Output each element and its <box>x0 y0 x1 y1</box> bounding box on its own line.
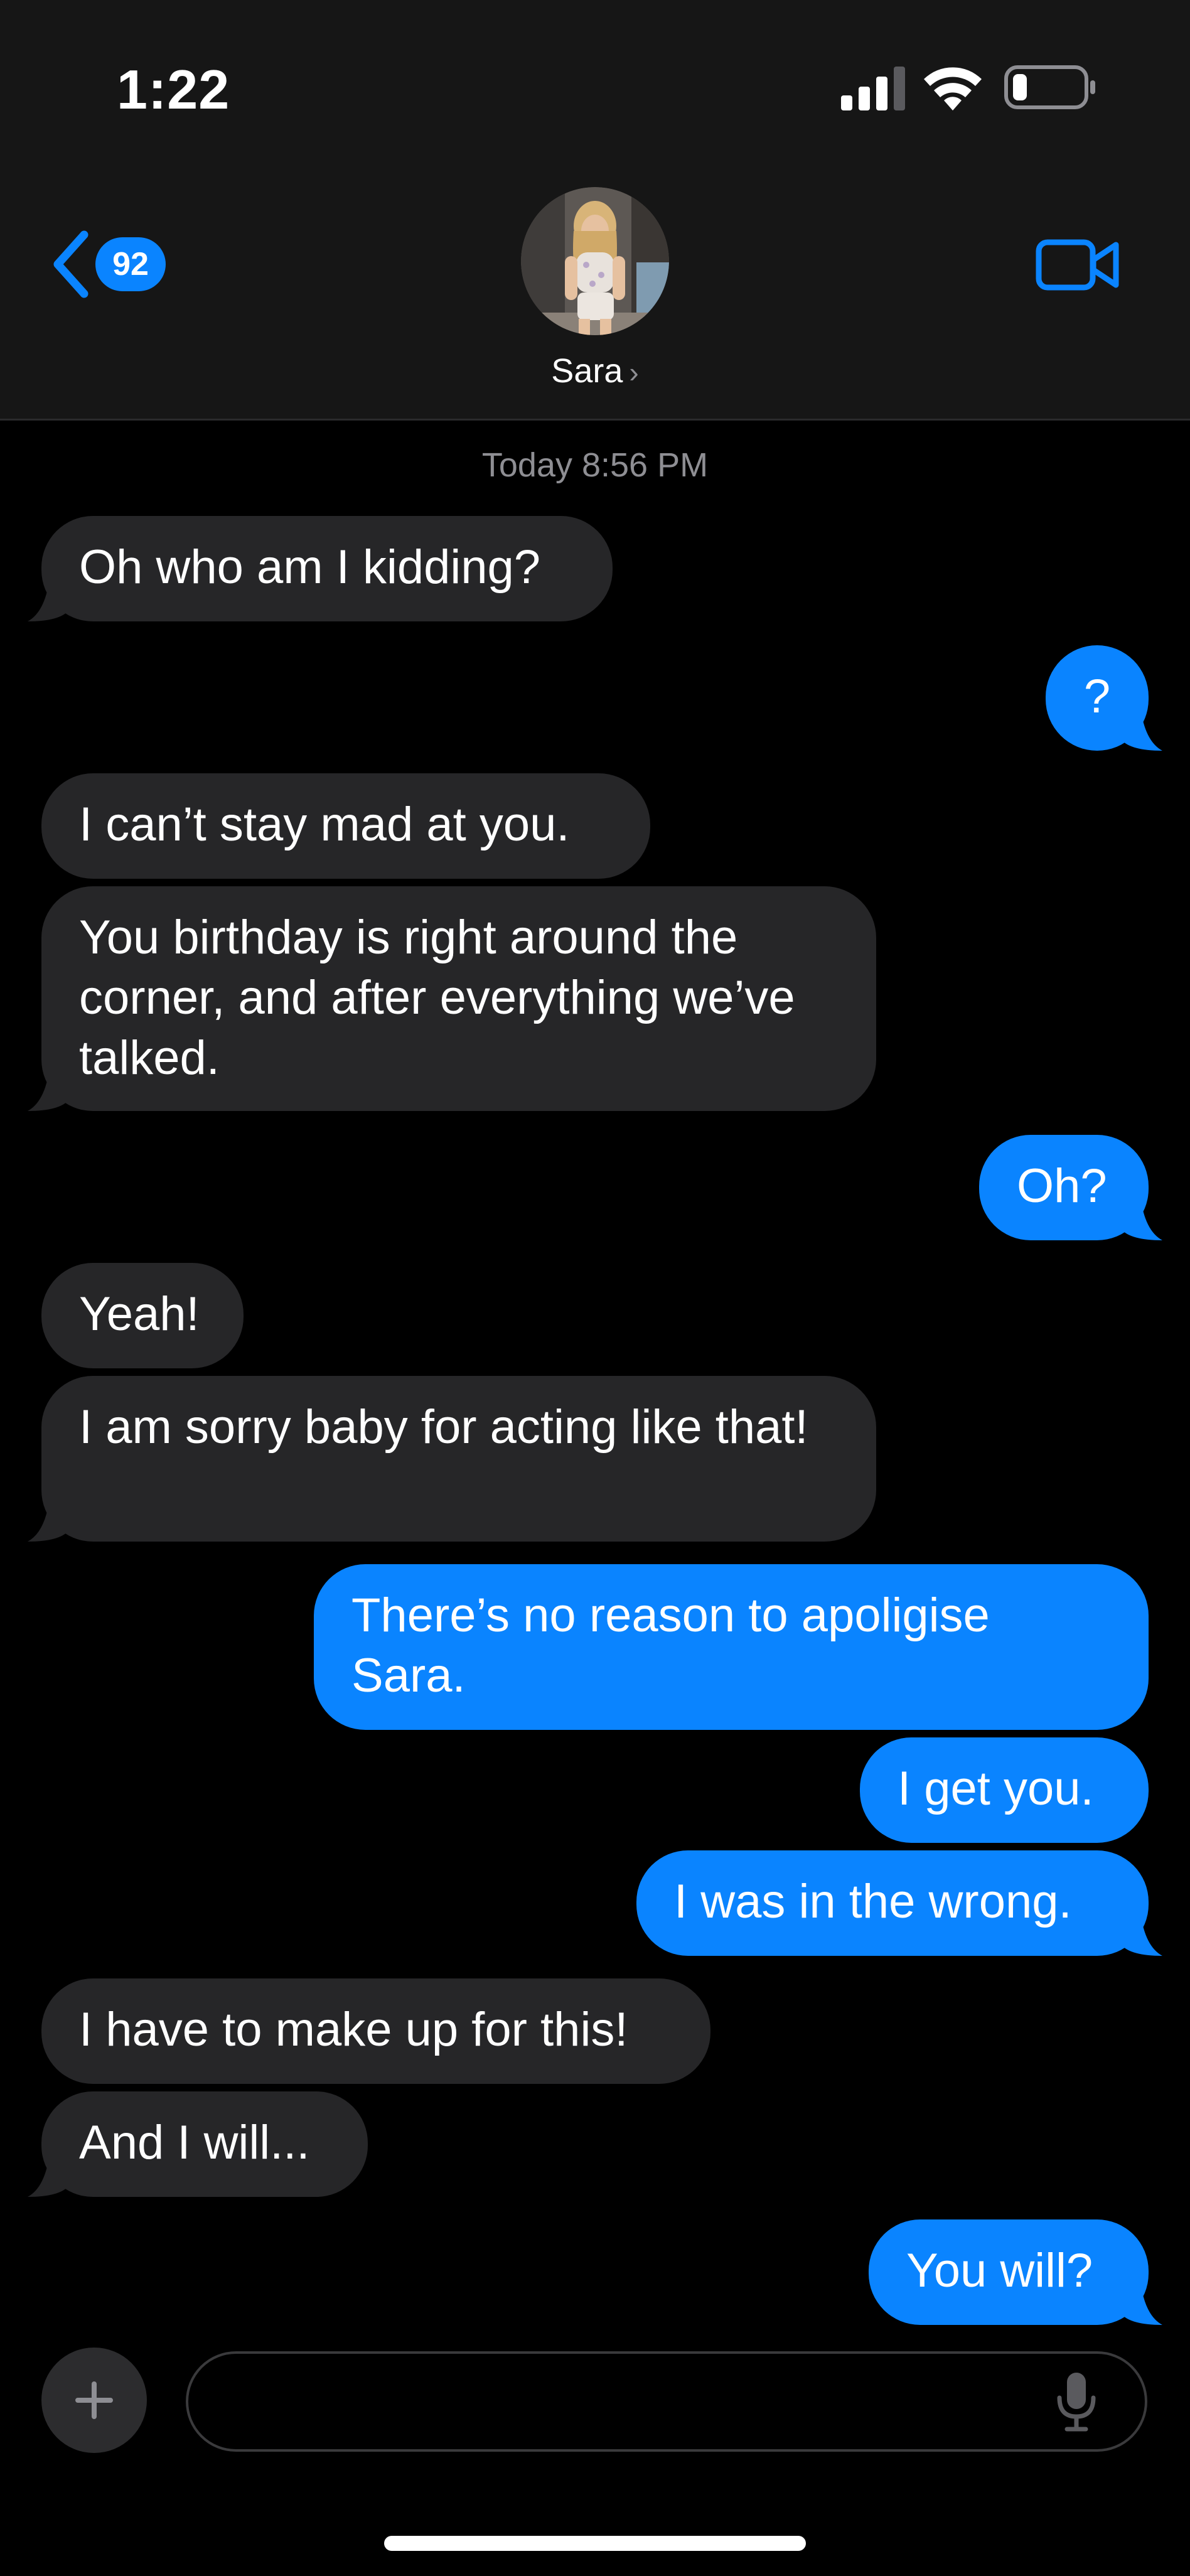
message-bubble-incoming[interactable]: I am sorry baby for acting like that! <box>41 1376 876 1542</box>
message-bubble-incoming[interactable]: I have to make up for this! <box>41 1978 710 2084</box>
conversation-header: 1:22 92 Sara › <box>0 0 1190 421</box>
message-text: I get you. <box>898 1762 1094 1815</box>
back-button[interactable]: 92 <box>49 223 174 305</box>
back-chevron-icon <box>53 230 88 298</box>
bubble-tail <box>1121 1907 1162 1956</box>
bubble-tail <box>1121 2276 1162 2325</box>
bubble-tail <box>28 1062 69 1111</box>
contact-name: Sara <box>551 352 623 390</box>
message-bubble-incoming[interactable]: And I will... <box>41 2091 368 2197</box>
message-text: I was in the wrong. <box>674 1875 1072 1928</box>
message-bubble-outgoing[interactable]: You will? <box>869 2219 1149 2325</box>
battery-icon <box>1004 65 1095 109</box>
message-bubble-outgoing[interactable]: I was in the wrong. <box>636 1850 1149 1956</box>
message-text: You birthday is right around the corner,… <box>79 911 795 1085</box>
message-bubble-outgoing[interactable]: I get you. <box>860 1737 1149 1843</box>
message-text: ? <box>1083 670 1111 723</box>
contact-name-button[interactable]: Sara › <box>0 352 1190 390</box>
bubble-tail <box>28 1493 69 1542</box>
message-text: I am sorry baby for acting like that! <box>79 1400 808 1454</box>
bubble-tail <box>1121 702 1162 751</box>
contact-avatar[interactable] <box>521 187 669 335</box>
contact-details-chevron-icon: › <box>629 356 639 389</box>
apps-plus-button[interactable] <box>41 2348 147 2453</box>
message-text: I can’t stay mad at you. <box>79 798 570 851</box>
message-bubble-outgoing[interactable]: There’s no reason to apoligise Sara. <box>314 1564 1149 1730</box>
video-call-icon[interactable] <box>1036 233 1121 296</box>
avatar-photo <box>521 187 669 335</box>
cellular-signal-icon <box>841 67 905 110</box>
conversation-timestamp: Today 8:56 PM <box>481 446 709 484</box>
bubble-tail <box>28 2148 69 2197</box>
message-text: Oh? <box>1017 1159 1107 1213</box>
message-input[interactable] <box>186 2351 1147 2452</box>
message-text: Yeah! <box>79 1287 200 1341</box>
message-text: And I will... <box>79 2116 310 2169</box>
message-text: There’s no reason to apoligise Sara. <box>351 1589 990 1702</box>
message-bubble-incoming[interactable]: Oh who am I kidding? <box>41 516 613 621</box>
message-bubble-incoming[interactable]: I can’t stay mad at you. <box>41 773 650 879</box>
message-text: You will? <box>906 2244 1093 2297</box>
status-time: 1:22 <box>117 58 230 121</box>
message-bubble-incoming[interactable]: Yeah! <box>41 1263 244 1368</box>
plus-icon <box>75 2381 113 2419</box>
bubble-tail <box>1121 1191 1162 1240</box>
messages-screen: 1:22 92 Sara › Today 8:56 PM Oh who am I… <box>0 0 1190 2576</box>
message-bubble-incoming[interactable]: You birthday is right around the corner,… <box>41 886 876 1111</box>
microphone-icon[interactable] <box>1054 2370 1098 2433</box>
unread-count-badge: 92 <box>95 237 166 291</box>
message-text: I have to make up for this! <box>79 2003 628 2056</box>
wifi-icon <box>924 67 982 110</box>
home-indicator <box>384 2536 806 2551</box>
bubble-tail <box>28 572 69 621</box>
message-text: Oh who am I kidding? <box>79 540 541 594</box>
